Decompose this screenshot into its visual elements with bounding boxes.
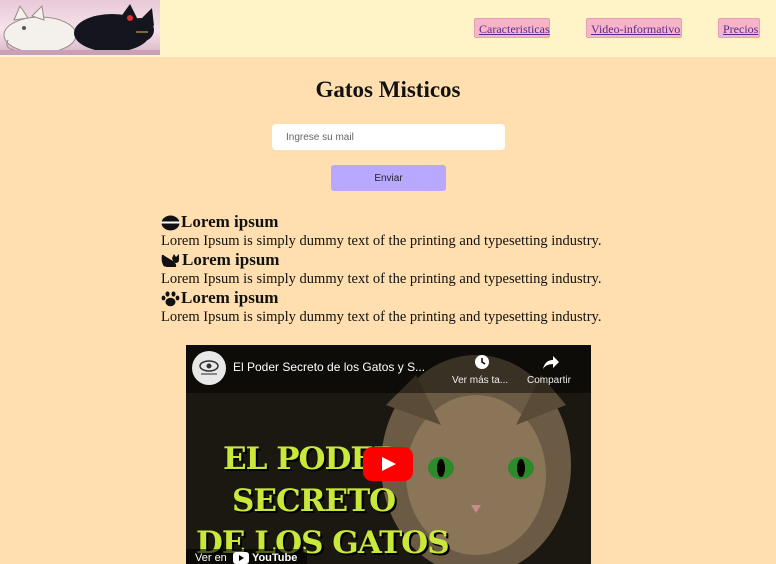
paw-icon bbox=[161, 290, 180, 306]
feature-text: Lorem Ipsum is simply dummy text of the … bbox=[161, 233, 602, 249]
pot-icon bbox=[161, 215, 180, 230]
youtube-embed[interactable]: El Poder Secreto de los Gatos y S... Ver… bbox=[186, 345, 591, 564]
youtube-icon bbox=[232, 552, 249, 564]
share-button[interactable]: Compartir bbox=[527, 356, 571, 386]
feature-heading: Lorem ipsum bbox=[161, 212, 641, 232]
email-field[interactable] bbox=[272, 124, 505, 150]
watch-on-youtube-link[interactable]: Ver en YouTube bbox=[186, 549, 307, 564]
watch-later-button[interactable]: Ver más ta... bbox=[452, 355, 508, 386]
cat-icon bbox=[161, 253, 179, 267]
feature-text: Lorem Ipsum is simply dummy text of the … bbox=[161, 271, 602, 287]
top-navbar: Caracteristicas Video-informativo Precio… bbox=[0, 0, 776, 57]
feature-item: Lorem ipsum Lorem Ipsum is simply dummy … bbox=[161, 250, 641, 288]
feature-text: Lorem Ipsum is simply dummy text of the … bbox=[161, 309, 602, 325]
nav-precios-link[interactable]: Precios bbox=[718, 18, 760, 38]
video-title[interactable]: El Poder Secreto de los Gatos y S... bbox=[233, 360, 425, 374]
nav-video-informativo-link[interactable]: Video-informativo bbox=[586, 18, 682, 38]
play-button[interactable] bbox=[363, 447, 413, 481]
feature-item: Lorem ipsum Lorem Ipsum is simply dummy … bbox=[161, 212, 641, 250]
thumbnail-text-line: SECRETO bbox=[232, 483, 396, 519]
feature-heading: Lorem ipsum bbox=[161, 250, 641, 270]
clock-icon bbox=[475, 355, 489, 369]
logo-cats-image bbox=[0, 0, 160, 55]
eye-icon bbox=[199, 360, 219, 375]
channel-avatar[interactable] bbox=[192, 351, 226, 385]
send-button[interactable]: Enviar bbox=[331, 165, 446, 191]
nav-caracteristicas-link[interactable]: Caracteristicas bbox=[474, 18, 550, 38]
page-title: Gatos Misticos bbox=[315, 77, 461, 102]
share-icon bbox=[543, 356, 559, 369]
feature-item: Lorem ipsum Lorem Ipsum is simply dummy … bbox=[161, 288, 641, 326]
feature-heading: Lorem ipsum bbox=[161, 288, 641, 308]
